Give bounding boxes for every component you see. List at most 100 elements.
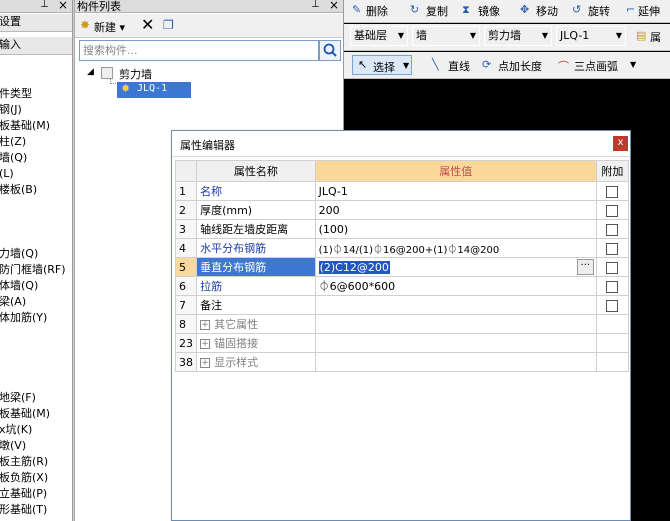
type-select[interactable]: 剪力墙 ▼ [484, 26, 552, 46]
row-number: 3 [174, 219, 198, 239]
property-value[interactable]: (1)⏀14/(1)⏀16@200+(1)⏀14@200 [314, 238, 597, 258]
group-label: 其它属性 [214, 318, 259, 331]
search-icon [323, 43, 337, 57]
dropdown-icon: ▼ [615, 31, 622, 40]
settings-button[interactable]: 设置 [0, 14, 72, 32]
close-icon[interactable]: × [58, 0, 68, 12]
tree-child-label: JLQ-1 [137, 83, 168, 94]
folder-icon [101, 67, 113, 79]
delete-icon[interactable]: ✕ [141, 15, 154, 34]
table-row-selected[interactable]: 5 垂直分布钢筋 (2)C12@200 ··· [174, 257, 630, 277]
extra-checkbox[interactable] [595, 276, 630, 296]
item-label: 柱(Z) [0, 135, 27, 148]
extra-cell [595, 333, 630, 353]
component-toolbar: ✸ 新建 ▾ ✕ ❐ [75, 14, 345, 38]
dropdown-icon[interactable]: ▼ [630, 60, 636, 69]
pin-icon[interactable]: ⊥ [40, 0, 49, 10]
ellipsis-button[interactable]: ··· [576, 259, 594, 275]
item-label: 板负筋(X) [0, 471, 49, 484]
extra-checkbox[interactable] [595, 181, 630, 201]
delete-button[interactable]: 删除 [366, 3, 388, 19]
expand-icon[interactable]: + [200, 358, 211, 368]
extra-cell [595, 352, 630, 372]
tree-item[interactable]: 体加筋(Y) [0, 310, 72, 328]
component-select[interactable]: JLQ-1 ▼ [556, 26, 626, 46]
property-name: 名称 [196, 181, 316, 201]
extra-checkbox[interactable] [595, 238, 630, 258]
table-row[interactable]: 7 备注 [174, 295, 630, 315]
property-value[interactable] [314, 295, 597, 315]
rotate-icon: ↺ [572, 3, 582, 16]
move-button[interactable]: 移动 [536, 3, 558, 19]
item-label: 设置 [0, 15, 21, 28]
extra-checkbox[interactable] [595, 295, 630, 315]
extend-button[interactable]: 延伸 [638, 3, 660, 19]
select-button[interactable]: ↖ 选择 ▼ [352, 55, 412, 75]
extra-checkbox[interactable] [595, 200, 630, 220]
point-length-button[interactable]: 点加长度 [498, 58, 542, 74]
property-value[interactable]: 200 [314, 200, 597, 220]
close-button[interactable]: x [613, 136, 628, 151]
input-button[interactable]: 输入 [0, 37, 72, 55]
mirror-button[interactable]: 镜像 [478, 3, 500, 19]
new-button[interactable]: 新建 ▾ [94, 19, 125, 35]
line-icon: ╲ [432, 58, 439, 71]
floor-select[interactable]: 基础层 ▼ [350, 26, 408, 46]
move-icon: ✥ [520, 3, 530, 16]
property-editor-dialog: 属性编辑器 x 属性名称 属性值 附加 1 名称 JLQ-1 2 厚度(mm) … [171, 130, 631, 521]
group-name[interactable]: + 其它属性 [196, 314, 316, 334]
delete-icon: ✎ [352, 3, 362, 16]
line-button[interactable]: 直线 [448, 58, 470, 74]
expand-icon[interactable]: + [200, 339, 211, 349]
row-number: 4 [174, 238, 198, 258]
property-value[interactable]: JLQ-1 [314, 181, 597, 201]
search-button[interactable] [319, 40, 341, 61]
table-row[interactable]: 4 水平分布钢筋 (1)⏀14/(1)⏀16@200+(1)⏀14@200 [174, 238, 630, 258]
tree-item[interactable]: 楼板(B) [0, 182, 72, 200]
cursor-icon: ↖ [358, 58, 368, 71]
table-row-group[interactable]: 8 + 其它属性 [174, 314, 630, 334]
table-row[interactable]: 2 厚度(mm) 200 [174, 200, 630, 220]
row-number: 1 [174, 181, 198, 201]
collapse-icon[interactable]: ◢ [87, 67, 94, 77]
dropdown-icon: ▼ [403, 61, 410, 70]
group-name[interactable]: + 锚固搭接 [196, 333, 316, 353]
floor-value: 基础层 [354, 29, 387, 42]
property-name: 水平分布钢筋 [196, 238, 316, 258]
item-label: 墩(V) [0, 439, 27, 452]
component-selector-toolbar: 基础层 ▼ 墙 ▼ 剪力墙 ▼ JLQ-1 ▼ ▤ 属 [344, 24, 670, 51]
table-row-group[interactable]: 38 + 显示样式 [174, 352, 630, 372]
close-icon[interactable]: × [329, 0, 339, 12]
item-label: 板基础(M) [0, 119, 51, 132]
property-value[interactable]: ⏀6@600*600 [314, 276, 597, 296]
table-row[interactable]: 3 轴线距左墙皮距离 (100) [174, 219, 630, 239]
copy-icon[interactable]: ❐ [163, 18, 174, 32]
search-input[interactable]: 搜索构件... [79, 40, 319, 61]
value-header: 属性值 [314, 160, 597, 182]
rotate-button[interactable]: 旋转 [588, 3, 610, 19]
property-icon: ▤ [636, 29, 647, 42]
category-select[interactable]: 墙 ▼ [412, 26, 480, 46]
tree-root-label[interactable]: 剪力墙 [119, 66, 152, 82]
item-label: 板主筋(R) [0, 455, 49, 468]
property-value[interactable]: (100) [314, 219, 597, 239]
selected-value[interactable]: (2)C12@200 [318, 260, 390, 274]
table-row[interactable]: 6 拉筋 ⏀6@600*600 [174, 276, 630, 296]
expand-icon[interactable]: + [200, 320, 211, 330]
dropdown-icon: ▼ [397, 31, 404, 40]
left-panel-header: ⊥ × [0, 0, 72, 13]
property-button[interactable]: 属 [650, 29, 661, 45]
group-name[interactable]: + 显示样式 [196, 352, 316, 372]
draw-toolbar: ↖ 选择 ▼ ╲ 直线 ⟳ 点加长度 ⌒ 三点画弧 ▼ [344, 52, 670, 79]
pin-icon[interactable]: ⊥ [311, 0, 320, 10]
extra-checkbox[interactable] [595, 257, 630, 277]
property-value-editor[interactable]: (2)C12@200 ··· [314, 257, 597, 277]
tree-item[interactable]: 形基础(T) [0, 502, 72, 520]
extra-checkbox[interactable] [595, 219, 630, 239]
three-point-arc-button[interactable]: 三点画弧 [574, 58, 618, 74]
table-row-group[interactable]: 23 + 锚固搭接 [174, 333, 630, 353]
dialog-titlebar: 属性编辑器 x [172, 131, 630, 157]
item-label: (L) [0, 167, 14, 180]
copy-button[interactable]: 复制 [426, 3, 448, 19]
table-row[interactable]: 1 名称 JLQ-1 [174, 181, 630, 201]
